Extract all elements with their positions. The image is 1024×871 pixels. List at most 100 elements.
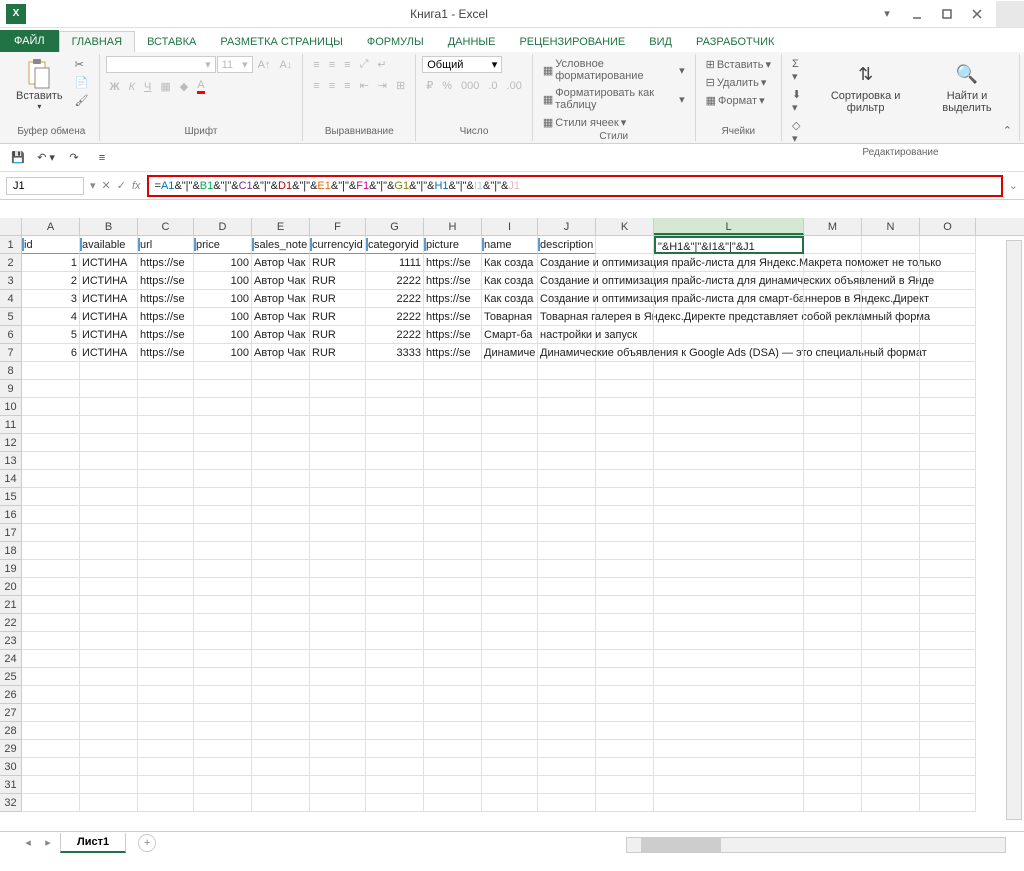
cell[interactable]: Автор Чак	[252, 308, 310, 326]
cell[interactable]	[804, 398, 862, 416]
cell[interactable]	[920, 578, 976, 596]
cell[interactable]	[596, 632, 654, 650]
cell[interactable]	[194, 632, 252, 650]
cell[interactable]	[804, 452, 862, 470]
tab-insert[interactable]: ВСТАВКА	[135, 32, 208, 52]
cell[interactable]	[252, 758, 310, 776]
minimize-button[interactable]	[902, 1, 932, 27]
cell[interactable]: https://se	[424, 326, 482, 344]
cell[interactable]	[138, 776, 194, 794]
cell[interactable]	[424, 776, 482, 794]
column-header[interactable]: H	[424, 218, 482, 235]
cell[interactable]	[862, 380, 920, 398]
cell[interactable]: Автор Чак	[252, 326, 310, 344]
cell[interactable]	[22, 380, 80, 398]
cell[interactable]	[194, 614, 252, 632]
cell[interactable]	[862, 488, 920, 506]
cell[interactable]	[920, 452, 976, 470]
cell[interactable]	[596, 398, 654, 416]
cell[interactable]	[138, 470, 194, 488]
currency-icon[interactable]: ₽	[422, 77, 437, 94]
cell[interactable]	[22, 470, 80, 488]
cell[interactable]	[80, 398, 138, 416]
cell[interactable]	[804, 344, 862, 362]
format-as-table-button[interactable]: ▦ Форматировать как таблицу ▾	[539, 85, 689, 113]
cell[interactable]	[22, 794, 80, 812]
cell[interactable]	[654, 434, 804, 452]
column-header[interactable]: L	[654, 218, 804, 235]
cell[interactable]: name	[482, 236, 538, 254]
cell[interactable]	[194, 488, 252, 506]
cell[interactable]	[862, 290, 920, 308]
cell[interactable]	[920, 668, 976, 686]
cell[interactable]	[862, 596, 920, 614]
cell[interactable]	[804, 794, 862, 812]
cell[interactable]	[80, 488, 138, 506]
cell[interactable]: sales_note	[252, 236, 310, 254]
row-header[interactable]: 12	[0, 434, 22, 452]
cell[interactable]	[80, 578, 138, 596]
cell[interactable]	[482, 434, 538, 452]
cell[interactable]	[804, 470, 862, 488]
cell[interactable]	[252, 416, 310, 434]
cell[interactable]	[252, 380, 310, 398]
cell[interactable]	[804, 704, 862, 722]
cell[interactable]	[310, 704, 366, 722]
cell[interactable]	[654, 272, 804, 290]
cell[interactable]	[920, 290, 976, 308]
cell[interactable]	[804, 740, 862, 758]
cell[interactable]	[424, 632, 482, 650]
vertical-scrollbar[interactable]	[1006, 240, 1022, 820]
cell[interactable]	[538, 614, 596, 632]
cell[interactable]: RUR	[310, 326, 366, 344]
tab-pagelayout[interactable]: РАЗМЕТКА СТРАНИЦЫ	[208, 32, 354, 52]
cell[interactable]	[310, 668, 366, 686]
cell[interactable]	[920, 650, 976, 668]
cell[interactable]	[804, 380, 862, 398]
cell[interactable]	[596, 596, 654, 614]
cell[interactable]	[252, 470, 310, 488]
cell[interactable]	[862, 614, 920, 632]
cell[interactable]	[482, 776, 538, 794]
column-header[interactable]: B	[80, 218, 138, 235]
cell[interactable]	[862, 686, 920, 704]
cell[interactable]	[138, 596, 194, 614]
cell[interactable]	[310, 686, 366, 704]
cell[interactable]	[654, 326, 804, 344]
cell[interactable]	[596, 722, 654, 740]
tab-file[interactable]: ФАЙЛ	[0, 30, 59, 52]
cell[interactable]	[252, 524, 310, 542]
cell[interactable]	[596, 524, 654, 542]
autosum-button[interactable]: Σ ▾	[788, 56, 810, 85]
cell[interactable]: id	[22, 236, 80, 254]
cell[interactable]	[252, 452, 310, 470]
cell[interactable]	[862, 434, 920, 452]
cell[interactable]	[482, 758, 538, 776]
cell[interactable]: Автор Чак	[252, 254, 310, 272]
cell[interactable]	[80, 596, 138, 614]
cell[interactable]	[538, 380, 596, 398]
cell[interactable]	[482, 452, 538, 470]
cell[interactable]	[252, 506, 310, 524]
tab-developer[interactable]: РАЗРАБОТЧИК	[684, 32, 786, 52]
number-format-combo[interactable]: Общий▾	[422, 56, 502, 73]
cell[interactable]	[252, 794, 310, 812]
cell[interactable]	[138, 524, 194, 542]
sheet-nav-prev-icon[interactable]: ◂	[20, 835, 36, 851]
cell[interactable]	[366, 398, 424, 416]
orientation-icon[interactable]: ⤢	[356, 56, 373, 73]
row-header[interactable]: 17	[0, 524, 22, 542]
cell[interactable]	[366, 722, 424, 740]
cell[interactable]	[538, 740, 596, 758]
cell[interactable]	[596, 308, 654, 326]
cell[interactable]	[596, 614, 654, 632]
cell[interactable]	[482, 506, 538, 524]
format-painter-button[interactable]: 🖌	[71, 92, 93, 109]
cell[interactable]	[424, 506, 482, 524]
cell[interactable]	[804, 758, 862, 776]
cell[interactable]: 4	[22, 308, 80, 326]
cell[interactable]	[920, 632, 976, 650]
cell[interactable]	[804, 416, 862, 434]
cell[interactable]	[310, 488, 366, 506]
cell[interactable]	[538, 722, 596, 740]
